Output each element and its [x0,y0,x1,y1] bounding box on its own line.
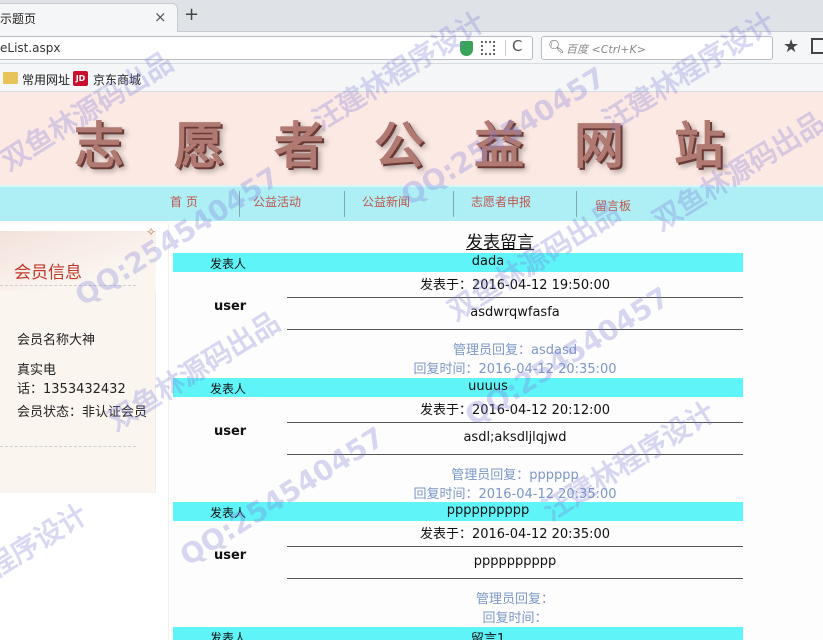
shield-icon[interactable] [460,41,473,56]
posted-at: 发表于：2016-04-12 20:12:00 [419,403,611,418]
message-header: 发表人 uuuus [173,378,743,397]
post-message-link[interactable]: 发表留言 [169,228,823,253]
reload-icon[interactable]: C [512,37,522,55]
divider [287,329,743,330]
member-phone: 话：1353432432 [17,382,126,397]
divider [0,285,136,286]
message-title: uuuus [468,379,508,394]
search-input[interactable]: 🔍︎ 百度 <Ctrl+K> [541,36,773,60]
search-placeholder: 百度 <Ctrl+K> [566,43,646,56]
admin-reply: 管理员回复： [475,592,554,607]
admin-reply: 管理员回复：asdasd [453,343,577,358]
site-title-char: 网 [574,116,624,175]
site-title: 志 愿 者 公 益 网 站 [0,106,823,175]
posted-at: 发表于：2016-04-12 20:35:00 [419,527,611,542]
poster-label: 发表人 [210,506,247,520]
divider [287,546,743,547]
new-tab-button[interactable]: + [184,4,199,25]
site-title-char: 者 [274,116,324,175]
site-title-char: 愿 [174,116,224,175]
site-nav: 首 页 公益活动 公益新闻 志愿者申报 留言板 [0,185,823,221]
site-title-char: 益 [474,116,524,175]
reply-time: 回复时间： [482,611,548,626]
message-body: pppppppppp [473,554,557,569]
message-item: 发表人 留言1 [173,627,743,640]
member-phone-label: 真实电 [17,363,57,378]
bookmark-jd-mall[interactable]: 京东商城 [93,71,141,88]
library-icon[interactable] [811,38,823,54]
message-item: 发表人 uuuus 发表于：2016-04-12 20:12:00 user a… [173,378,743,502]
folder-icon [3,72,18,84]
poster-name: user [214,548,247,563]
nav-home[interactable]: 首 页 [170,193,198,210]
close-icon[interactable]: × [154,8,167,26]
address-bar[interactable]: eList.aspx C [0,36,533,60]
nav-activities[interactable]: 公益活动 [253,193,301,210]
member-status: 会员状态：非认证会员 [17,405,148,420]
message-header: 发表人 dada [173,253,743,272]
nav-divider [239,191,240,217]
bookmarks-bar: 常用网址 JD 京东商城 [0,64,823,92]
nav-message-board[interactable]: 留言板 [595,197,631,214]
posted-at: 发表于：2016-04-12 19:50:00 [419,278,611,293]
site-title-char: 公 [374,116,424,175]
bookmark-star-icon[interactable]: ★ [783,36,799,57]
message-title: pppppppppp [446,503,530,518]
divider [287,422,743,423]
site-title-char: 志 [74,116,124,175]
poster-name: user [214,424,247,439]
message-board: 发表留言 发表人 dada 发表于：2016-04-12 19:50:00 us… [168,223,823,640]
message-item: 发表人 dada 发表于：2016-04-12 19:50:00 user as… [173,253,743,377]
divider [287,578,743,579]
magnifier-icon: 🔍︎ [548,40,565,55]
poster-label: 发表人 [210,382,247,396]
qr-code-icon[interactable] [481,41,495,55]
bookmark-common-sites[interactable]: 常用网址 [22,71,70,88]
jd-icon: JD [73,71,88,86]
nav-news[interactable]: 公益新闻 [362,193,410,210]
poster-label: 发表人 [210,257,247,271]
browser-tab[interactable]: 示题页 × [0,3,178,32]
reply-time: 回复时间：2016-04-12 20:35:00 [413,362,617,377]
message-item: 发表人 pppppppppp 发表于：2016-04-12 20:35:00 u… [173,502,743,626]
divider [287,454,743,455]
message-body: asdl;aksdljlqjwd [463,430,567,445]
nav-volunteer-apply[interactable]: 志愿者申报 [471,193,531,210]
message-header: 发表人 留言1 [173,627,743,640]
poster-label: 发表人 [210,631,247,640]
member-info-panel: ✧ 会员信息 会员名称大神 真实电 话：1353432432 会员状态：非认证会… [0,225,156,493]
browser-nav-bar: eList.aspx C 🔍︎ 百度 <Ctrl+K> ★ [0,32,823,64]
site-title-char: 站 [674,116,724,175]
address-divider [505,40,506,56]
message-title: dada [471,254,505,269]
message-header: 发表人 pppppppppp [173,502,743,521]
message-body: asdwrqwfasfa [470,305,560,320]
message-title: 留言1 [470,632,506,640]
site-banner: 志 愿 者 公 益 网 站 [0,92,823,185]
nav-divider [344,191,345,217]
divider [0,446,136,447]
tab-title: 示题页 [0,12,37,26]
member-info-title: 会员信息 [14,263,82,283]
nav-divider [453,191,454,217]
divider [287,297,743,298]
poster-name: user [214,299,247,314]
member-name: 会员名称大神 [17,333,96,348]
web-page: 志 愿 者 公 益 网 站 首 页 公益活动 公益新闻 志愿者申报 留言板 ✧ … [0,92,823,640]
nav-divider [576,191,577,217]
browser-tab-bar: 示题页 × + [0,0,823,32]
admin-reply: 管理员回复：pppppp [451,468,579,483]
pin-icon: ✧ [146,225,157,239]
url-text: eList.aspx [0,41,61,55]
reply-time: 回复时间：2016-04-12 20:35:00 [413,487,617,502]
